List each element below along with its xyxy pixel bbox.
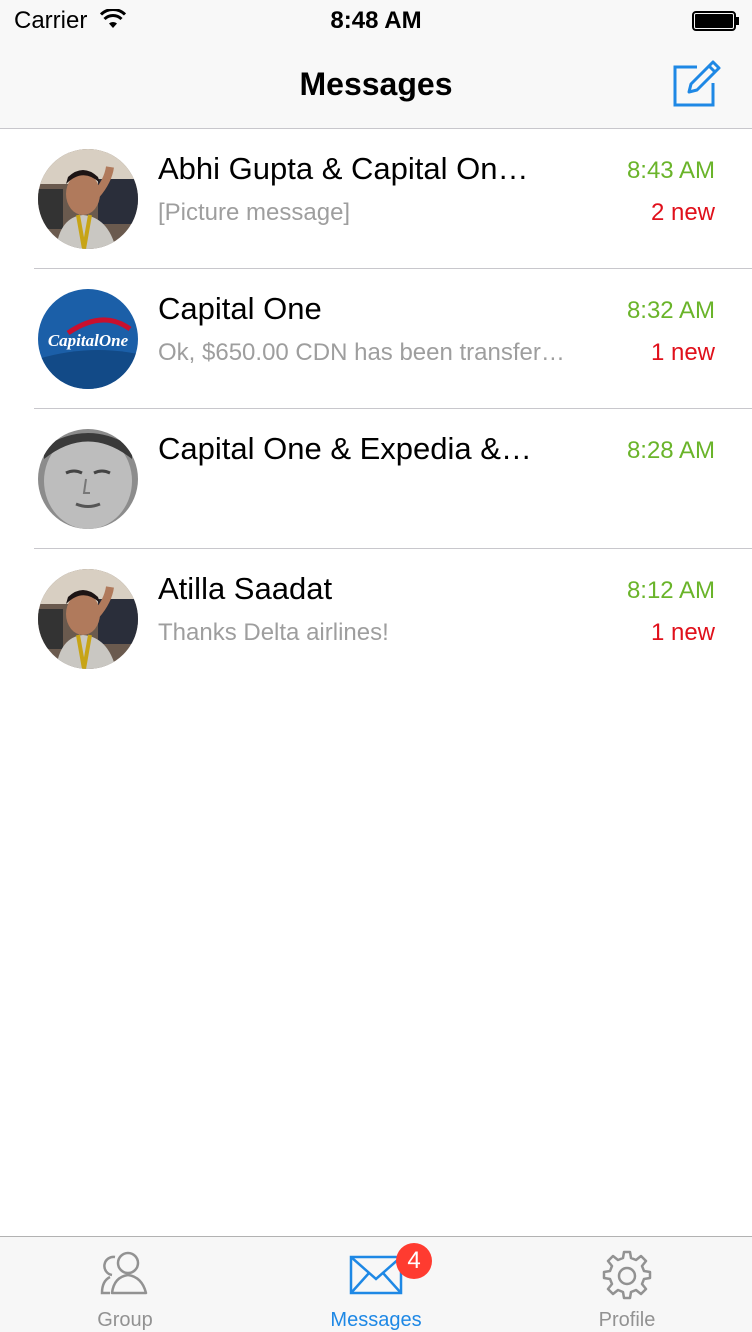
tab-messages[interactable]: 4 Messages <box>251 1237 501 1332</box>
conversation-name: Atilla Saadat <box>158 571 333 606</box>
compose-icon[interactable] <box>672 58 722 108</box>
tab-group[interactable]: Group <box>0 1237 250 1332</box>
conversation-row[interactable]: Atilla Saadat Thanks Delta airlines! 8:1… <box>0 549 752 689</box>
avatar <box>38 429 138 529</box>
conversation-row[interactable]: CapitalOne Capital One Ok, $650.00 CDN h… <box>0 269 752 409</box>
unread-count: 2 new <box>650 199 715 226</box>
tab-label: Profile <box>598 1309 656 1331</box>
tab-label: Messages <box>330 1309 422 1331</box>
tab-label: Group <box>97 1309 153 1331</box>
message-preview: [Picture message] <box>158 199 351 226</box>
message-preview: Thanks Delta airlines! <box>158 619 389 646</box>
message-time: 8:12 AM <box>626 577 715 604</box>
conversation-name: Capital One & Expedia &… <box>158 431 532 466</box>
unread-count: 1 new <box>650 339 715 366</box>
page-title: Messages <box>299 66 453 102</box>
battery-icon <box>692 11 739 31</box>
unread-count: 1 new <box>650 619 715 646</box>
message-time: 8:43 AM <box>626 157 715 184</box>
conversation-list: Abhi Gupta & Capital On… [Picture messag… <box>0 129 752 689</box>
unread-badge: 4 <box>396 1243 432 1279</box>
status-time: 8:48 AM <box>330 7 422 34</box>
group-icon <box>100 1251 148 1295</box>
capital-one-logo-text: CapitalOne <box>48 331 129 350</box>
conversation-name: Capital One <box>158 291 322 326</box>
tab-profile[interactable]: Profile <box>502 1237 752 1332</box>
gear-icon <box>602 1250 652 1300</box>
tab-bar: Group 4 Messages Profile <box>0 1236 752 1332</box>
avatar <box>38 149 138 249</box>
message-time: 8:32 AM <box>626 297 715 324</box>
message-preview: Ok, $650.00 CDN has been transfer… <box>158 339 565 366</box>
conversation-row[interactable]: Abhi Gupta & Capital On… [Picture messag… <box>0 129 752 269</box>
conversation-row[interactable]: Capital One & Expedia &… 8:28 AM <box>0 409 752 549</box>
status-bar: Carrier 8:48 AM <box>0 0 752 40</box>
envelope-icon <box>349 1255 403 1295</box>
avatar <box>38 569 138 669</box>
navigation-bar: Messages <box>0 40 752 129</box>
avatar: CapitalOne <box>38 289 138 389</box>
message-time: 8:28 AM <box>626 437 715 464</box>
conversation-name: Abhi Gupta & Capital On… <box>158 151 529 186</box>
